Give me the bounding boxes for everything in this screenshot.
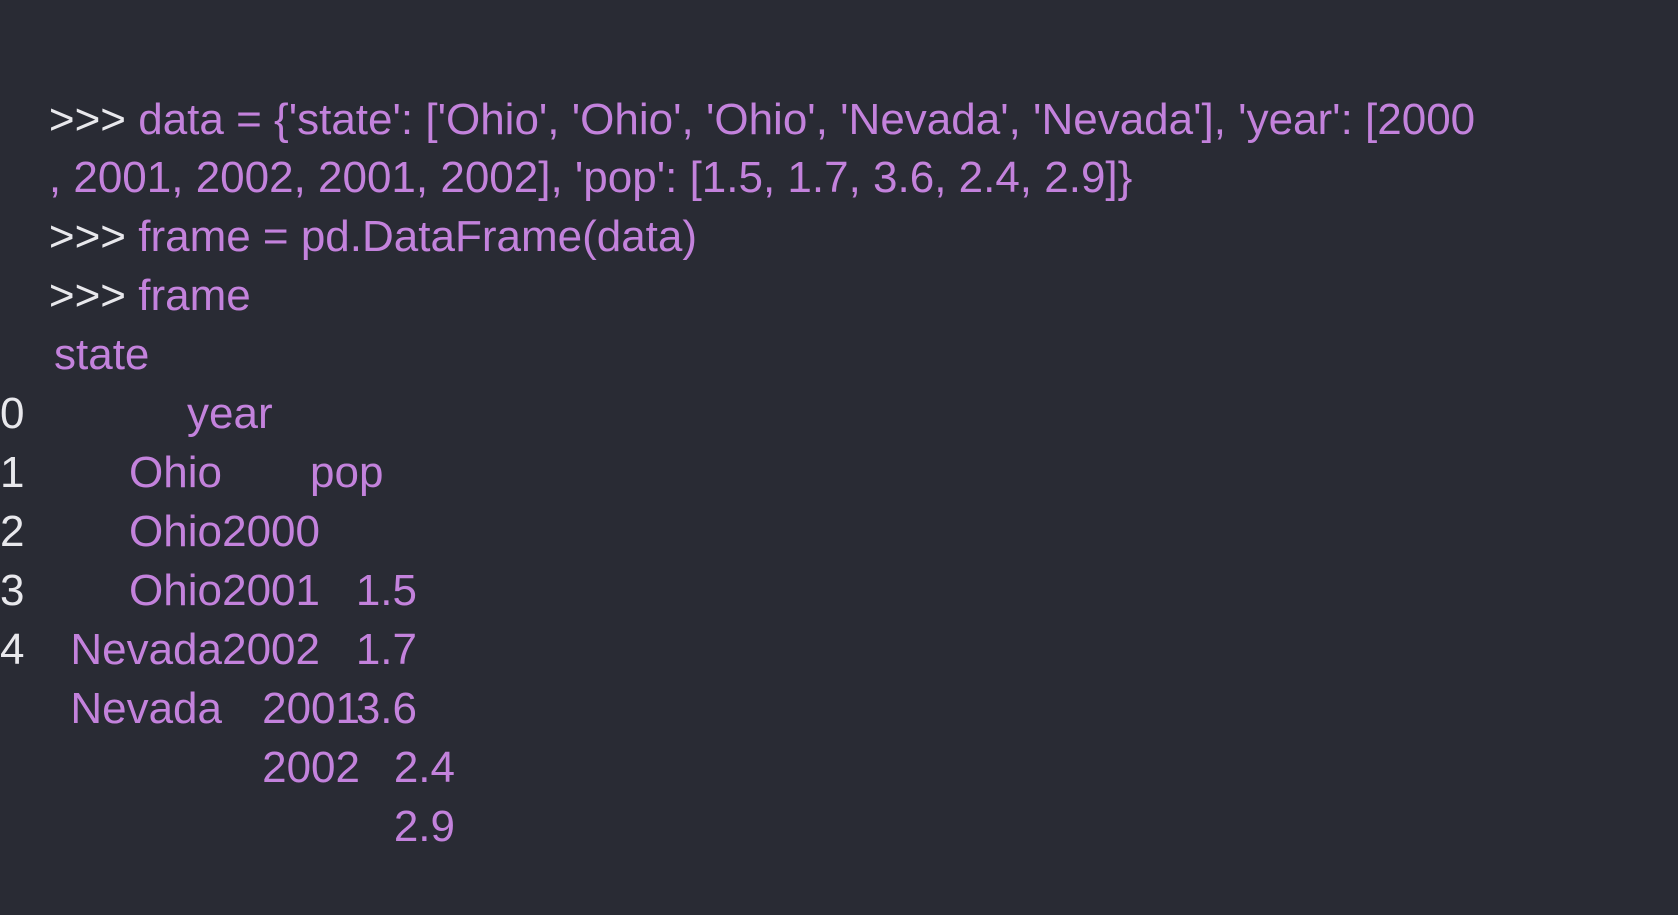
terminal-window[interactable]: >>> data = {'state': ['Ohio', 'Ohio', 'O…: [0, 0, 1678, 851]
table-row: 1 Ohio 2001 1.7: [0, 384, 700, 674]
command-line-frame-display: >>> frame: [0, 207, 251, 320]
cell-pop: 2.9: [393, 802, 455, 851]
table-header: state year pop: [0, 266, 700, 497]
cell-state: Nevada: [70, 684, 222, 733]
table-row: 2 Ohio 2002 3.6: [0, 443, 700, 733]
cell-year: 2002: [262, 743, 360, 792]
command-line-data-2: , 2001, 2002, 2001, 2002], 'pop': [1.5, …: [0, 89, 1132, 202]
table-row: 3 Nevada 2001 2.4: [0, 502, 700, 792]
command-line-data-1: >>> data = {'state': ['Ohio', 'Ohio', 'O…: [0, 31, 1475, 144]
command-line-frame-assign: >>> frame = pd.DataFrame(data): [0, 148, 697, 261]
row-index: 4: [0, 625, 25, 674]
cell-pop: 2.4: [393, 743, 455, 792]
table-row: 4 Nevada 2002 2.9: [0, 561, 700, 851]
cell-year: 2001: [262, 684, 360, 733]
table-row: 0 Ohio 2000 1.5: [0, 325, 700, 615]
cell-year: 2002: [222, 625, 320, 674]
cell-pop: 1.7: [355, 625, 417, 674]
cell-state: Nevada: [70, 625, 222, 674]
